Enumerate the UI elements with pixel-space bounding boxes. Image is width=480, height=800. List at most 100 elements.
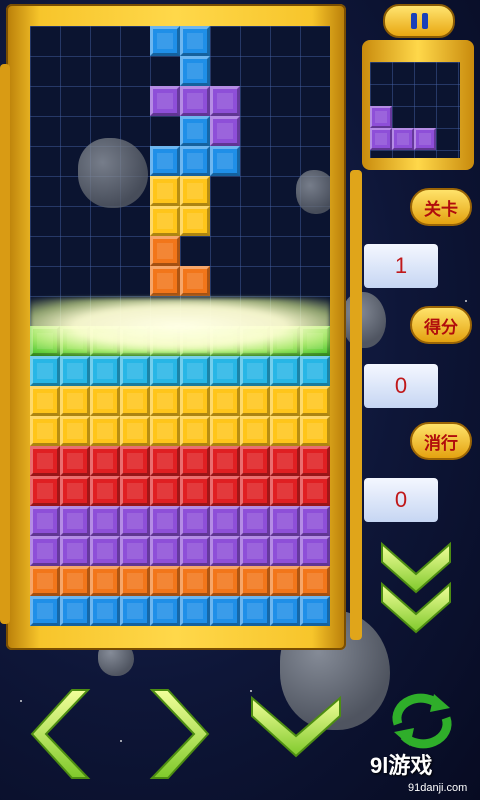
block-cell <box>120 356 150 386</box>
block-cell <box>150 86 180 116</box>
block-cell <box>150 236 180 266</box>
block-cell <box>90 506 120 536</box>
pause-bar-icon <box>410 13 417 29</box>
block-cell <box>150 386 180 416</box>
block-cell <box>240 536 270 566</box>
block-cell <box>270 356 300 386</box>
block-cell <box>240 506 270 536</box>
block-cell <box>120 596 150 626</box>
block-cell <box>270 596 300 626</box>
block-cell <box>60 356 90 386</box>
block-cell <box>60 446 90 476</box>
block-cell <box>210 116 240 146</box>
block-cell <box>180 506 210 536</box>
block-cell <box>210 446 240 476</box>
block-cell <box>270 536 300 566</box>
block-cell <box>150 146 180 176</box>
block-cell <box>210 356 240 386</box>
block-cell <box>150 506 180 536</box>
block-cell <box>300 536 330 566</box>
block-cell <box>240 446 270 476</box>
block-cell <box>270 506 300 536</box>
block-cell <box>30 416 60 446</box>
block-cell <box>150 476 180 506</box>
block-cell <box>300 596 330 626</box>
block-cell <box>60 536 90 566</box>
block-cell <box>150 266 180 296</box>
block-cell <box>210 386 240 416</box>
score-label: 得分 <box>410 306 472 344</box>
block-cell <box>180 266 210 296</box>
block-cell <box>90 536 120 566</box>
block-cell <box>240 596 270 626</box>
rotate-button[interactable] <box>384 690 460 750</box>
block-cell <box>120 446 150 476</box>
block-cell <box>240 356 270 386</box>
score-value: 0 <box>364 364 438 408</box>
block-cell <box>240 566 270 596</box>
block-cell <box>300 446 330 476</box>
block-cell <box>30 566 60 596</box>
block-cell <box>30 356 60 386</box>
block-cell <box>60 386 90 416</box>
soft-drop-button[interactable] <box>248 694 344 760</box>
block-cell <box>90 416 120 446</box>
block-cell <box>180 146 210 176</box>
block-cell <box>270 476 300 506</box>
block-cell <box>300 386 330 416</box>
block-cell <box>180 386 210 416</box>
block-cell <box>210 506 240 536</box>
block-cell <box>90 476 120 506</box>
block-cell <box>300 356 330 386</box>
block-cell <box>210 86 240 116</box>
block-cell <box>150 566 180 596</box>
block-cell <box>30 596 60 626</box>
block-cell <box>210 146 240 176</box>
block-cell <box>180 536 210 566</box>
level-label: 关卡 <box>410 188 472 226</box>
block-cell <box>150 536 180 566</box>
board-frame <box>0 4 346 650</box>
block-cell <box>392 128 414 150</box>
block-cell <box>150 416 180 446</box>
pause-button[interactable] <box>383 4 455 38</box>
asteroid <box>342 292 386 348</box>
block-cell <box>150 26 180 56</box>
block-cell <box>30 446 60 476</box>
block-cell <box>414 128 436 150</box>
block-cell <box>150 206 180 236</box>
lines-label: 消行 <box>410 422 472 460</box>
block-cell <box>270 386 300 416</box>
block-cell <box>300 476 330 506</box>
block-cell <box>120 476 150 506</box>
block-cell <box>180 176 210 206</box>
block-cell <box>90 566 120 596</box>
block-cell <box>210 566 240 596</box>
block-cell <box>180 26 210 56</box>
block-cell <box>180 596 210 626</box>
move-left-button[interactable] <box>28 684 98 784</box>
block-cell <box>240 416 270 446</box>
block-cell <box>30 476 60 506</box>
block-cell <box>150 596 180 626</box>
block-cell <box>90 356 120 386</box>
block-cell <box>240 476 270 506</box>
move-right-button[interactable] <box>142 684 212 784</box>
block-cell <box>370 106 392 128</box>
block-cell <box>270 566 300 596</box>
block-cell <box>210 476 240 506</box>
block-cell <box>60 596 90 626</box>
side-rail <box>350 170 362 640</box>
block-cell <box>120 536 150 566</box>
block-cell <box>180 86 210 116</box>
drop-button[interactable] <box>376 540 456 640</box>
block-cell <box>30 386 60 416</box>
block-cell <box>120 386 150 416</box>
level-value: 1 <box>364 244 438 288</box>
block-cell <box>270 416 300 446</box>
block-cell <box>180 476 210 506</box>
watermark-url: 91danji.com <box>408 782 468 794</box>
line-clear-effect <box>30 298 330 354</box>
block-cell <box>180 446 210 476</box>
block-cell <box>180 56 210 86</box>
